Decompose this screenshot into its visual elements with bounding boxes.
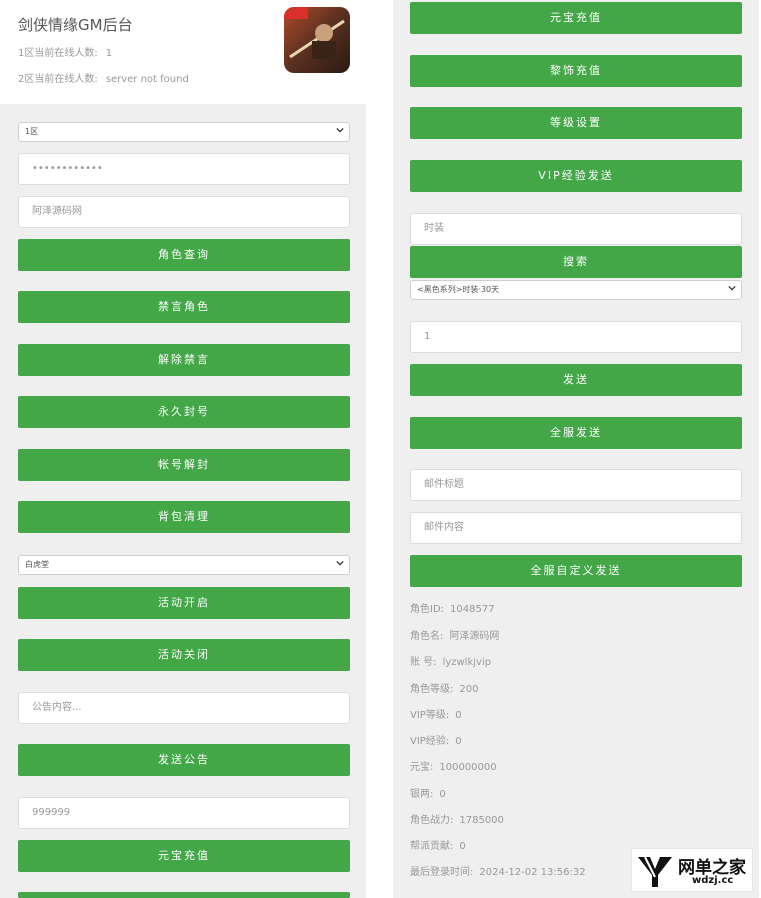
notice-content-input[interactable]: 公告内容...: [18, 692, 350, 724]
role-info-item: 角色战力: 1785000: [410, 811, 504, 826]
mail-content-placeholder: 邮件内容: [424, 522, 464, 533]
yuanbao-recharge-button-left[interactable]: 元宝充值: [18, 840, 350, 872]
send-notice-button[interactable]: 发送公告: [18, 744, 350, 776]
amount-input-value: 999999: [32, 807, 71, 818]
right-column: 元宝充值 黎饰充值 等级设置 VIP经验发送 时装 搜索 <黑色系列>时装·30…: [393, 0, 759, 898]
role-info-value: 0: [455, 736, 462, 747]
query-role-button[interactable]: 角色查询: [18, 239, 350, 271]
role-info-item: 账 号: lyzwlkjvip: [410, 653, 491, 668]
activity-open-button[interactable]: 活动开启: [18, 587, 350, 619]
role-info-value: 0: [439, 789, 446, 800]
role-info-label: 角色战力:: [410, 815, 454, 826]
role-info-item: 角色等级: 200: [410, 680, 478, 695]
role-info-label: 最后登录时间:: [410, 867, 474, 878]
watermark-domain: wdzj.cc: [692, 875, 734, 886]
zone1-online-stat: 1区当前在线人数: 1: [18, 44, 112, 59]
level-set-button[interactable]: 等级设置: [410, 107, 742, 139]
chevron-down-icon: [336, 127, 344, 133]
zone-select-value: 1区: [25, 127, 39, 136]
mail-title-placeholder: 邮件标题: [424, 479, 464, 490]
page-title: 剑侠情缘GM后台: [18, 16, 133, 34]
item-search-input[interactable]: 时装: [410, 213, 742, 245]
role-info-value: 0: [455, 710, 462, 721]
send-all-button[interactable]: 全服发送: [410, 417, 742, 449]
role-info-label: VIP经验:: [410, 736, 450, 747]
role-info-item: VIP经验: 0: [410, 732, 462, 747]
chevron-down-icon: [336, 560, 344, 566]
role-info-value: 1048577: [450, 604, 495, 615]
send-button[interactable]: 发送: [410, 364, 742, 396]
password-field-value: ••••••••••••: [32, 163, 103, 174]
role-info-value: 0: [459, 841, 466, 852]
item-select-value: <黑色系列>时装·30天: [417, 285, 500, 294]
send-all-custom-button[interactable]: 全服自定义发送: [410, 555, 742, 587]
mail-content-input[interactable]: 邮件内容: [410, 512, 742, 544]
zone1-online-label: 1区当前在线人数:: [18, 48, 98, 59]
quantity-input[interactable]: 1: [410, 321, 742, 353]
game-logo: [284, 7, 350, 73]
role-info-item: VIP等级: 0: [410, 706, 462, 721]
role-info-value: 100000000: [439, 762, 497, 773]
role-info-item: 最后登录时间: 2024-12-02 13:56:32: [410, 863, 586, 878]
role-info-value: 阿泽源码网: [449, 631, 500, 642]
quantity-input-value: 1: [424, 331, 431, 342]
role-info-item: 银两: 0: [410, 785, 446, 800]
item-select[interactable]: <黑色系列>时装·30天: [410, 280, 742, 300]
role-info-label: 银两:: [410, 789, 434, 800]
role-info-label: 角色ID:: [410, 604, 445, 615]
yuanbao-recharge-button-right[interactable]: 元宝充值: [410, 2, 742, 34]
decor-recharge-button[interactable]: 黎饰充值: [410, 55, 742, 87]
chevron-down-icon: [728, 285, 736, 291]
zone2-online-stat: 2区当前在线人数: server not found: [18, 70, 189, 85]
ban-account-button[interactable]: 永久封号: [18, 396, 350, 428]
left-column: 剑侠情缘GM后台 1区当前在线人数: 1 2区当前在线人数: server not …: [0, 0, 366, 898]
mail-title-input[interactable]: 邮件标题: [410, 469, 742, 501]
role-name-input[interactable]: 阿泽源码网: [18, 196, 350, 228]
wdzj-logo-icon: [638, 856, 672, 887]
zone2-online-value: server not found: [105, 74, 189, 85]
search-button[interactable]: 搜索: [410, 246, 742, 278]
next-button-partial[interactable]: [18, 892, 350, 898]
role-info-label: 元宝:: [410, 762, 434, 773]
role-info-label: 帮派贡献:: [410, 841, 454, 852]
role-info-value: 1785000: [459, 815, 504, 826]
header: 剑侠情缘GM后台 1区当前在线人数: 1 2区当前在线人数: server not …: [0, 0, 366, 104]
role-info-value: lyzwlkjvip: [442, 657, 492, 668]
unmute-role-button[interactable]: 解除禁言: [18, 344, 350, 376]
role-info-value: 200: [459, 684, 479, 695]
activity-select[interactable]: 白虎堂: [18, 555, 350, 575]
role-info-value: 2024-12-02 13:56:32: [479, 867, 586, 878]
role-info-item: 角色ID: 1048577: [410, 600, 495, 615]
watermark-logo: 网单之家 wdzj.cc: [631, 848, 753, 892]
mute-role-button[interactable]: 禁言角色: [18, 291, 350, 323]
amount-input[interactable]: 999999: [18, 797, 350, 829]
item-search-input-value: 时装: [424, 223, 444, 234]
left-panel: 1区 •••••••••••• 阿泽源码网 角色查询 禁言角色 解除禁言 永久封…: [0, 104, 366, 898]
notice-content-placeholder: 公告内容...: [32, 702, 82, 713]
clear-bag-button[interactable]: 背包清理: [18, 501, 350, 533]
role-info-label: 账 号:: [410, 657, 437, 668]
password-field[interactable]: ••••••••••••: [18, 153, 350, 185]
zone-select[interactable]: 1区: [18, 122, 350, 142]
role-info-item: 角色名: 阿泽源码网: [410, 627, 499, 642]
role-info-label: 角色名:: [410, 631, 444, 642]
role-info-item: 帮派贡献: 0: [410, 837, 466, 852]
zone1-online-value: 1: [105, 48, 113, 59]
zone2-online-label: 2区当前在线人数:: [18, 74, 98, 85]
unban-account-button[interactable]: 帐号解封: [18, 449, 350, 481]
role-info-label: 角色等级:: [410, 684, 454, 695]
role-name-input-value: 阿泽源码网: [32, 206, 82, 217]
role-info-item: 元宝: 100000000: [410, 758, 497, 773]
vip-exp-send-button[interactable]: VIP经验发送: [410, 160, 742, 192]
activity-close-button[interactable]: 活动关闭: [18, 639, 350, 671]
activity-select-value: 白虎堂: [25, 560, 49, 569]
role-info-label: VIP等级:: [410, 710, 450, 721]
